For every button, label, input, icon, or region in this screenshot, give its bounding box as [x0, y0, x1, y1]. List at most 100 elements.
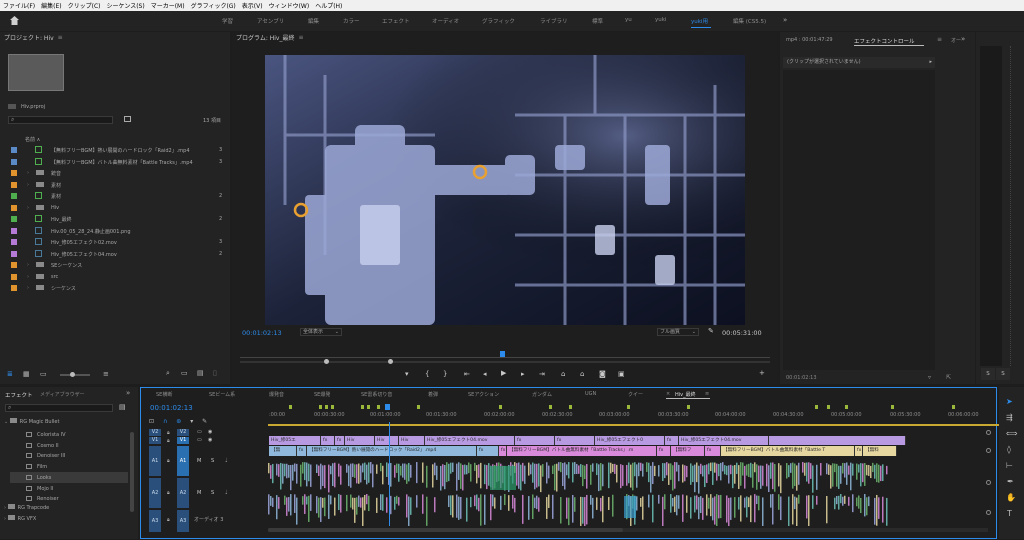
workspace-tab[interactable]: アセンブリ	[257, 17, 284, 25]
audio-clip[interactable]: fx	[499, 446, 507, 456]
effects-tab[interactable]: エフェクト	[5, 391, 33, 399]
panel-menu-icon[interactable]: ≡	[937, 36, 942, 43]
project-item[interactable]: › 素材	[0, 179, 230, 191]
go-to-in-icon[interactable]: ⇤	[464, 370, 470, 378]
video-clip[interactable]: fx	[515, 436, 555, 445]
label-color-swatch[interactable]	[11, 216, 17, 222]
name-column-header[interactable]: 名前 ∧	[25, 136, 40, 143]
chevron-right-icon[interactable]: ›	[27, 205, 29, 211]
menu-item[interactable]: 表示(V)	[242, 1, 263, 10]
audio-tab[interactable]: オー	[951, 37, 961, 44]
workspace-tab[interactable]: カラー	[343, 17, 360, 25]
workspace-tab[interactable]: グラフィック	[482, 17, 515, 25]
trash-icon[interactable]: ▯	[213, 369, 217, 377]
menu-item[interactable]: 編集(E)	[41, 1, 61, 10]
add-marker-icon[interactable]: ▾	[405, 370, 409, 378]
menu-item[interactable]: グラフィック(G)	[191, 1, 236, 10]
program-timecode[interactable]: 00:01:02:13	[242, 329, 282, 337]
chevron-right-icon[interactable]: ›	[27, 274, 29, 280]
video-clip[interactable]: Hiv	[345, 436, 375, 445]
audio-clip[interactable]: 【無料フリーBGM】バトル曲無料素材「Battle Tracks」.m	[507, 446, 657, 456]
label-color-swatch[interactable]	[11, 239, 17, 245]
effect-item[interactable]: Denoiser III	[10, 450, 128, 461]
label-color-swatch[interactable]	[11, 227, 17, 234]
project-item[interactable]: › 銃音	[0, 167, 230, 179]
hand-tool-icon[interactable]: ✋	[1006, 493, 1016, 502]
quality-dropdown[interactable]: フル画質 ⌄	[657, 328, 699, 336]
slip-tool-icon[interactable]: ⊢	[1006, 461, 1013, 470]
audio-clip[interactable]: 【無料フ	[671, 446, 705, 456]
sort-icon[interactable]: ≡	[103, 370, 109, 378]
effects-subgroup-vfx[interactable]: › RG VFX	[4, 515, 36, 522]
project-item[interactable]: › SEシーケンス	[0, 259, 230, 271]
icon-view-icon[interactable]: ▦	[23, 370, 30, 378]
video-clip[interactable]: fx	[665, 436, 679, 445]
project-item[interactable]: 素材 2	[0, 190, 230, 202]
tracks-area[interactable]: Hiv_修05エ fx fx Hiv Hiv Hiv Hiv_修05エフェクト04.mov f…	[141, 388, 998, 540]
label-color-swatch[interactable]	[11, 158, 17, 165]
more-workspaces-icon[interactable]: »	[783, 16, 787, 24]
audio-clip[interactable]: fx	[477, 446, 499, 456]
new-bin-icon[interactable]	[124, 116, 131, 122]
selection-tool-icon[interactable]: ➤	[1006, 397, 1013, 406]
program-zoom-bar[interactable]	[240, 359, 770, 364]
video-clip[interactable]: Hiv_修05エフェクト04.mov	[679, 436, 769, 445]
video-clip[interactable]: Hiv	[375, 436, 399, 445]
audio-clip[interactable]: 【無料	[863, 446, 897, 456]
razor-tool-icon[interactable]: ◊	[1007, 445, 1011, 454]
workspace-tab[interactable]: オーディオ	[432, 17, 459, 25]
source-tab[interactable]: mp4 : 00:01:47:29	[786, 37, 833, 43]
chevron-right-icon[interactable]: ›	[27, 262, 29, 268]
audio-clip[interactable]: fx	[855, 446, 863, 456]
new-bin-button-icon[interactable]: ▭	[181, 369, 188, 377]
workspace-tab[interactable]: yuki	[655, 17, 666, 23]
workspace-tab[interactable]: 学習	[222, 17, 233, 25]
workspace-tab[interactable]: ライブラリ	[540, 17, 568, 25]
zoom-dropdown[interactable]: 全体表示 ⌄	[300, 328, 342, 336]
project-item[interactable]: Hiv_最終 2	[0, 213, 230, 225]
workspace-tab[interactable]: yuki用	[691, 17, 708, 25]
list-view-icon[interactable]: ≣	[7, 370, 13, 378]
menu-item[interactable]: マーカー(M)	[151, 1, 185, 10]
workspace-tab[interactable]: 標準	[592, 17, 603, 25]
workspace-tab[interactable]: 編集 (CS5.5)	[733, 17, 766, 25]
menu-item[interactable]: ヘルプ(H)	[315, 1, 342, 10]
audio-clip[interactable]: fx	[705, 446, 721, 456]
accelerated-effects-icon[interactable]: ▤	[119, 403, 126, 411]
audio-clip[interactable]: fx	[657, 446, 671, 456]
effect-item[interactable]: Looks	[10, 471, 128, 483]
project-item[interactable]: Hiv.00_05_28_24.静止画001.png	[0, 225, 230, 237]
project-item[interactable]: › シーケンス	[0, 282, 230, 294]
effects-search-input[interactable]: ⌕	[5, 404, 113, 412]
workspace-tab[interactable]: yu	[625, 17, 632, 23]
video-clip[interactable]: Hiv_修05エフェクト04.mov	[425, 436, 515, 445]
workspace-tab[interactable]: 編集	[308, 17, 319, 25]
project-item[interactable]: Hiv_修05エフェクト04.mov 2	[0, 248, 230, 260]
find-icon[interactable]: ⌕	[166, 369, 170, 378]
menu-item[interactable]: ファイル(F)	[3, 1, 35, 10]
more-panels-icon[interactable]: »	[126, 389, 130, 397]
effects-group[interactable]: ⌄ RG Magic Bullet	[4, 418, 59, 425]
audio-clip[interactable]: fx	[297, 446, 307, 456]
label-color-swatch[interactable]	[11, 170, 17, 176]
effect-item[interactable]: Mojo II	[10, 483, 128, 494]
menu-item[interactable]: シーケンス(S)	[107, 1, 145, 10]
video-clip[interactable]	[769, 436, 906, 445]
extract-icon[interactable]: ⌂	[580, 370, 584, 378]
effect-item[interactable]: Cosmo II	[10, 440, 128, 451]
chevron-right-icon[interactable]: ›	[27, 170, 29, 176]
project-search-input[interactable]: ⌕	[8, 116, 113, 124]
go-to-out-icon[interactable]: ⇥	[539, 370, 545, 378]
video-clip[interactable]: fx	[335, 436, 345, 445]
mark-in-icon[interactable]: {	[425, 370, 429, 378]
pen-tool-icon[interactable]: ✒	[1007, 477, 1014, 486]
label-color-swatch[interactable]	[11, 273, 17, 280]
effects-scrollbar[interactable]	[130, 432, 134, 512]
label-color-swatch[interactable]	[11, 262, 17, 268]
wrench-icon[interactable]: ✎	[708, 327, 714, 335]
label-color-swatch[interactable]	[11, 204, 17, 211]
video-clip[interactable]: fx	[555, 436, 595, 445]
export-icon[interactable]: ⇱	[946, 374, 951, 381]
project-item[interactable]: 【無料フリーBGM】バトル曲無料素材「Battle Tracks」.mp4 3	[0, 156, 230, 168]
effects-subgroup-trapcode[interactable]: › RG Trapcode	[4, 504, 49, 511]
